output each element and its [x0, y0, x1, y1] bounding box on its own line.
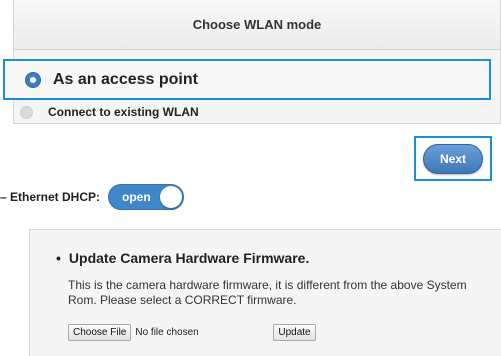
- radio-unselected-icon[interactable]: [20, 105, 33, 119]
- option-access-point-label: As an access point: [53, 70, 198, 88]
- update-button[interactable]: Update: [273, 323, 316, 341]
- ethernet-dhcp-toggle[interactable]: open: [108, 184, 185, 210]
- ethernet-dhcp-label: – Ethernet DHCP:: [0, 190, 101, 204]
- radio-selected-icon[interactable]: [25, 71, 41, 88]
- firmware-panel: • Update Camera Hardware Firmware. This i…: [29, 229, 501, 356]
- firmware-file-row: Choose File No file chosen Update: [68, 323, 316, 341]
- option-access-point[interactable]: As an access point: [3, 59, 491, 100]
- wlan-mode-title: Choose WLAN mode: [14, 0, 500, 50]
- bullet-icon: •: [56, 250, 61, 266]
- file-status: No file chosen: [135, 326, 199, 338]
- choose-file-button[interactable]: Choose File: [68, 323, 132, 341]
- toggle-knob[interactable]: [160, 186, 183, 208]
- firmware-description: This is the camera hardware firmware, it…: [68, 278, 467, 307]
- option-existing-wlan[interactable]: Connect to existing WLAN: [20, 102, 199, 122]
- next-button-highlight: Next: [414, 136, 492, 181]
- option-existing-wlan-label: Connect to existing WLAN: [48, 105, 199, 119]
- firmware-title: • Update Camera Hardware Firmware.: [56, 250, 309, 266]
- next-button[interactable]: Next: [423, 143, 483, 174]
- toggle-state-label: open: [122, 190, 151, 204]
- firmware-title-text: Update Camera Hardware Firmware.: [68, 250, 310, 266]
- ethernet-dhcp-row: – Ethernet DHCP: open: [0, 184, 185, 210]
